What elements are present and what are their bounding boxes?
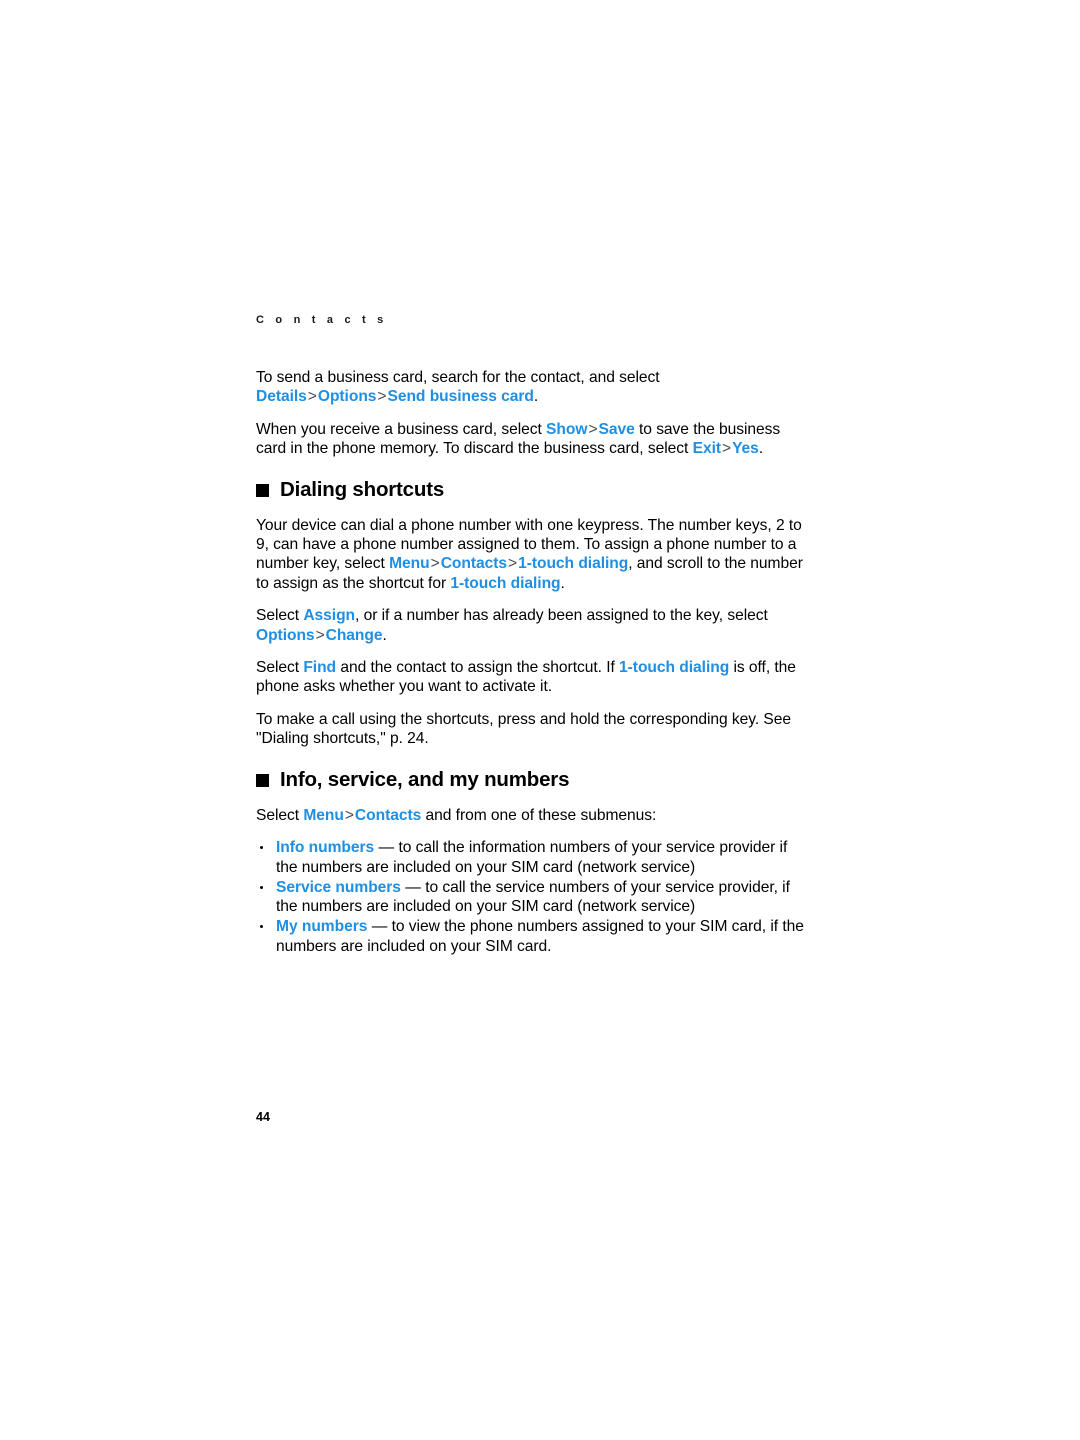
text-fragment: and the contact to assign the shortcut. … [336, 659, 620, 677]
paragraph-send-business-card: To send a business card, search for the … [256, 368, 804, 407]
heading-label: Dialing shortcuts [280, 477, 445, 501]
ui-term-exit: Exit [692, 440, 721, 458]
text-fragment: . [560, 574, 565, 592]
square-bullet-icon [256, 774, 269, 788]
document-page: C o n t a c t s To send a business card,… [0, 0, 1080, 1440]
dot-bullet-icon [260, 846, 264, 850]
ui-term-my-numbers: My numbers [276, 918, 368, 936]
heading-info-service-my-numbers: Info, service, and my numbers [256, 767, 804, 793]
ui-term-service-numbers: Service numbers [276, 878, 401, 896]
em-dash: — [400, 878, 426, 896]
paragraph-receive-business-card: When you receive a business card, select… [256, 420, 804, 459]
ui-term-menu: Menu [303, 806, 344, 824]
page-number: 44 [256, 1110, 270, 1124]
text-fragment: , or if a number has already been assign… [355, 607, 768, 625]
text-fragment: When you receive a business card, select [256, 420, 547, 438]
separator-chevron: > [722, 440, 732, 458]
ui-term-details: Details [256, 388, 307, 406]
dot-bullet-icon [260, 885, 264, 889]
ui-term-contacts: Contacts [354, 806, 422, 824]
separator-chevron: > [307, 388, 317, 406]
ui-term-contacts: Contacts [440, 555, 508, 573]
text-fragment: . [533, 388, 539, 406]
ui-term-save: Save [598, 420, 635, 438]
text-fragment: Select [256, 659, 304, 677]
text-fragment: Select [256, 806, 304, 824]
ui-term-change: Change [325, 626, 383, 644]
text-fragment: and from one of these submenus: [421, 806, 657, 824]
paragraph-make-call-shortcut: To make a call using the shortcuts, pres… [256, 710, 792, 748]
ui-term-menu: Menu [389, 555, 430, 573]
ui-term-yes: Yes [732, 440, 759, 458]
text-fragment: . [758, 440, 764, 458]
separator-chevron: > [430, 555, 440, 573]
text-fragment: To send a business card, search for the … [256, 369, 660, 386]
paragraph-assign-or-change: Select Assign, or if a number has alread… [256, 606, 804, 645]
ui-term-assign: Assign [303, 607, 356, 625]
paragraph-assign-number-key: Your device can dial a phone number with… [256, 516, 804, 594]
ui-term-find: Find [303, 659, 337, 677]
em-dash: — [374, 839, 399, 857]
ui-term-1-touch-dialing: 1-touch dialing [619, 659, 730, 677]
ui-term-info-numbers: Info numbers [276, 839, 375, 857]
paragraph-select-submenu: Select Menu>Contacts and from one of the… [256, 806, 804, 825]
separator-chevron: > [508, 555, 518, 573]
running-header-contacts: C o n t a c t s [256, 314, 388, 326]
list-item: Service numbers — to call the service nu… [256, 878, 804, 918]
separator-chevron: > [377, 388, 387, 406]
separator-chevron: > [344, 806, 354, 824]
text-fragment: Select [256, 607, 304, 625]
dot-bullet-icon [260, 925, 264, 929]
square-bullet-icon [256, 484, 269, 498]
paragraph-find-contact: Select Find and the contact to assign th… [256, 658, 804, 697]
ui-term-options: Options [256, 626, 315, 644]
ui-term-show: Show [546, 420, 588, 438]
submenu-list: Info numbers — to call the information n… [256, 838, 804, 957]
page-content: To send a business card, search for the … [256, 368, 804, 957]
separator-chevron: > [315, 626, 325, 644]
list-item: My numbers — to view the phone numbers a… [256, 917, 804, 957]
ui-term-1-touch-dialing: 1-touch dialing [450, 574, 561, 592]
list-item: Info numbers — to call the information n… [256, 838, 804, 878]
ui-term-1-touch-dialing: 1-touch dialing [518, 555, 629, 573]
separator-chevron: > [588, 420, 598, 438]
em-dash: — [367, 918, 392, 936]
ui-term-options: Options [317, 388, 377, 406]
text-fragment: . [382, 626, 387, 644]
ui-term-send-business-card: Send business card [387, 388, 534, 406]
heading-dialing-shortcuts: Dialing shortcuts [256, 477, 804, 503]
heading-label: Info, service, and my numbers [280, 767, 570, 791]
